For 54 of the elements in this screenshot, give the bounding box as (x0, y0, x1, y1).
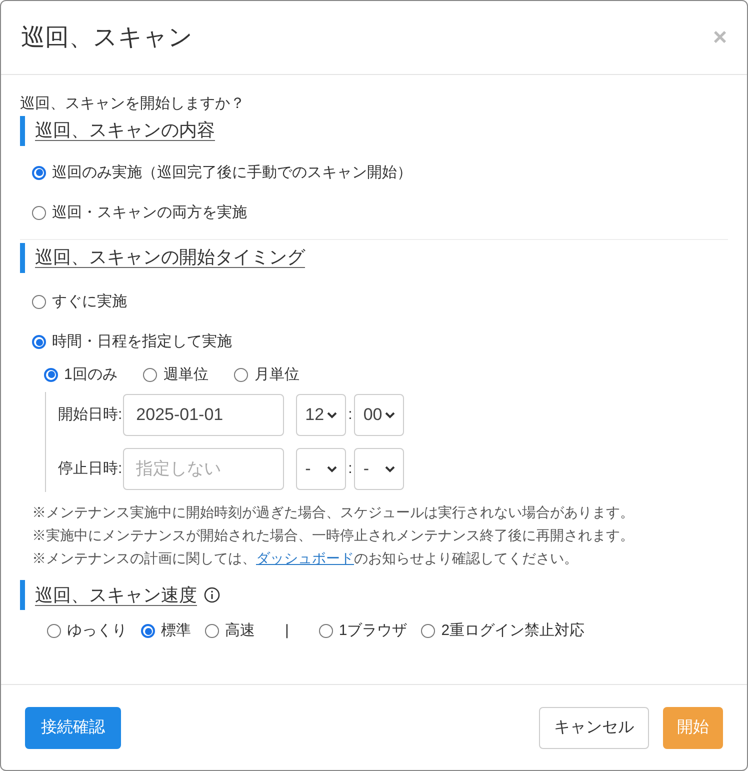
radio-button[interactable] (318, 624, 333, 638)
cancel-button[interactable]: キャンセル (539, 706, 649, 748)
chevron-down-icon (385, 412, 396, 418)
field-label: 停止日時: (58, 458, 122, 479)
radio-option[interactable]: 月単位 (234, 364, 300, 386)
radio-option[interactable]: 時間・日程を指定して実施 (32, 331, 728, 354)
section-heading: 巡回、スキャンの内容 (35, 119, 215, 142)
chevron-down-icon (327, 466, 338, 472)
radio-button[interactable] (141, 624, 155, 638)
field-label: 開始日時: (58, 404, 122, 425)
radio-option[interactable]: 1回のみ (44, 364, 118, 386)
section-marker (20, 116, 25, 146)
section-marker (20, 242, 25, 272)
connection-check-button[interactable]: 接続確認 (25, 706, 121, 748)
section-marker (20, 580, 25, 610)
select-dropdown[interactable]: 00 (354, 394, 404, 436)
dialog-title: 巡回、スキャン (21, 22, 193, 52)
info-icon[interactable] (204, 587, 220, 603)
separator-text: | (285, 621, 289, 641)
radio-option[interactable]: 巡回のみ実施（巡回完了後に手動でのスキャン開始） (32, 162, 728, 184)
radio-button[interactable] (205, 624, 219, 638)
radio-button[interactable] (44, 368, 58, 382)
time-colon: : (348, 458, 352, 479)
chevron-down-icon (327, 412, 338, 418)
radio-option[interactable]: 標準 (141, 620, 191, 642)
radio-button[interactable] (32, 335, 46, 350)
radio-button[interactable] (234, 368, 248, 382)
radio-option[interactable]: すぐに実施 (32, 290, 728, 313)
select-dropdown[interactable]: - (296, 448, 346, 490)
radio-option[interactable]: 1ブラウザ (318, 620, 408, 642)
select-dropdown[interactable]: 12 (296, 394, 346, 436)
note-text: ※メンテナンスの計画に関しては、ダッシュボードのお知らせより確認してください。 (32, 549, 579, 568)
section-heading: 巡回、スキャンの開始タイミング (35, 246, 305, 269)
radio-button[interactable] (143, 368, 158, 382)
time-colon: : (348, 404, 352, 425)
radio-option[interactable]: 2重ログイン禁止対応 (421, 620, 585, 642)
radio-option[interactable]: ゆっくり (47, 620, 127, 642)
radio-option[interactable]: 週単位 (143, 364, 208, 386)
question-text: 巡回、スキャンを開始しますか？ (20, 94, 246, 114)
radio-button[interactable] (32, 206, 46, 220)
radio-option[interactable]: 巡回・スキャンの両方を実施 (32, 202, 728, 224)
dashboard-link[interactable]: ダッシュボード (256, 550, 354, 566)
radio-option[interactable]: 高速 (205, 620, 255, 642)
section-heading: 巡回、スキャン速度 (35, 584, 197, 606)
radio-button[interactable] (32, 166, 46, 180)
select-dropdown[interactable]: - (354, 448, 404, 490)
radio-button[interactable] (421, 624, 436, 638)
note-text: ※実施中にメンテナンスが開始された場合、一時停止されメンテナンス終了後に再開されます。 (32, 526, 635, 545)
radio-button[interactable] (47, 624, 61, 638)
radio-button[interactable] (32, 294, 46, 309)
date-field[interactable]: 指定しない (124, 449, 284, 489)
chevron-down-icon (385, 466, 396, 472)
note-text: ※メンテナンス実施中に開始時刻が過ぎた場合、スケジュールは実行されない場合があります。 (32, 503, 635, 522)
date-field[interactable]: 2025-01-01 (124, 395, 284, 435)
